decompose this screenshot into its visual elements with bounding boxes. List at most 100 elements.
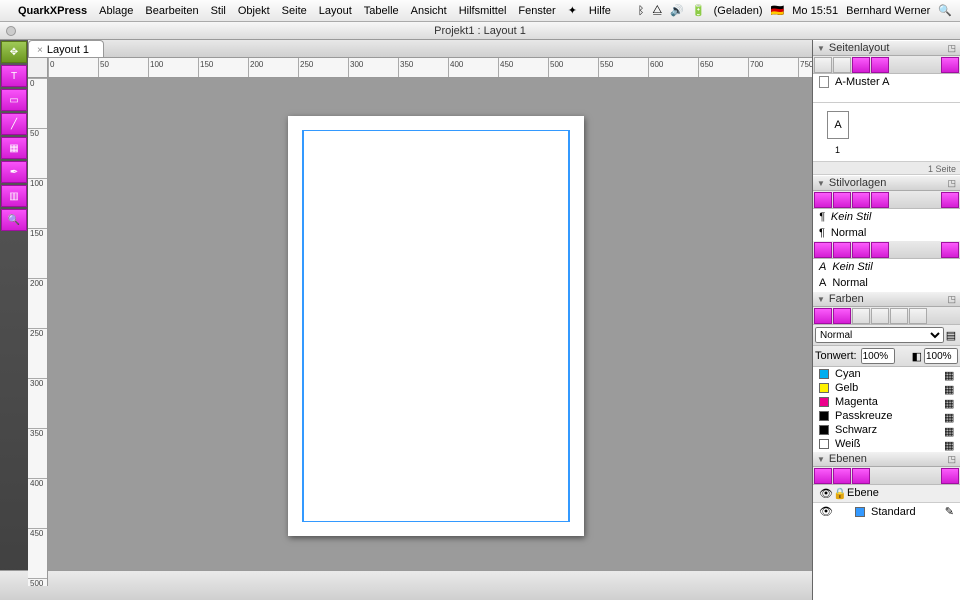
frame-color-icon[interactable] [814, 308, 832, 324]
visibility-toggle[interactable]: 👁 [819, 505, 831, 518]
menu-fenster[interactable]: Fenster [518, 5, 555, 17]
close-tab-icon[interactable]: × [37, 45, 43, 56]
layout-tab[interactable]: × Layout 1 [28, 40, 104, 57]
layer-row[interactable]: 👁 Standard ✎ [813, 503, 960, 520]
clock[interactable]: Mo 15:51 [792, 5, 838, 17]
bluetooth-icon[interactable]: ᛒ [638, 5, 645, 17]
text-color-icon[interactable] [833, 308, 851, 324]
color-row[interactable]: Weiß▦ [813, 437, 960, 451]
color-row[interactable]: Gelb▦ [813, 381, 960, 395]
layer-color-swatch [855, 507, 865, 517]
new-style-icon[interactable] [814, 242, 832, 258]
new-style-icon[interactable] [814, 192, 832, 208]
battery-icon[interactable]: 🔋 [692, 4, 706, 17]
blend-mode-select[interactable]: Normal [815, 327, 944, 343]
disclosure-icon[interactable]: ▼ [817, 44, 825, 53]
menu-stil[interactable]: Stil [211, 5, 226, 17]
canvas[interactable] [48, 78, 812, 586]
menu-tabelle[interactable]: Tabelle [364, 5, 399, 17]
panel-menu-icon[interactable]: ◳ [947, 43, 956, 54]
menu-ablage[interactable]: Ablage [99, 5, 133, 17]
shape-tool[interactable]: ▥ [1, 185, 27, 207]
single-page-icon[interactable] [814, 57, 832, 73]
panel-styles-header[interactable]: ▼ Stilvorlagen ◳ [813, 175, 960, 191]
page-thumbnail[interactable]: A [827, 111, 849, 139]
panel-menu-icon[interactable]: ◳ [947, 294, 956, 305]
disclosure-icon[interactable]: ▼ [817, 179, 825, 188]
gap-color-icon[interactable] [890, 308, 908, 324]
wifi-icon[interactable]: ⧋ [652, 4, 662, 17]
menu-hilfe[interactable]: Hilfe [589, 5, 611, 17]
master-page-row[interactable]: A-Muster A [813, 74, 960, 90]
spotlight-icon[interactable]: 🔍 [938, 4, 952, 17]
para-style-row[interactable]: ¶Normal [813, 225, 960, 241]
trash-icon[interactable] [941, 57, 959, 73]
zoom-tool[interactable]: 🔍 [1, 209, 27, 231]
flag-icon[interactable]: 🇩🇪 [771, 4, 785, 17]
item-tool[interactable]: ✥ [1, 41, 27, 63]
move-layer-icon[interactable] [852, 468, 870, 484]
ruler-vertical[interactable]: 0501001502002503003504004505005506006507… [28, 78, 48, 586]
opacity-icon[interactable]: ◧ [912, 350, 922, 363]
text-tool[interactable]: T [1, 65, 27, 87]
ruler-origin[interactable] [28, 58, 48, 78]
column-guide [303, 131, 304, 521]
color-row[interactable]: Cyan▦ [813, 367, 960, 381]
color-row[interactable]: Passkreuze▦ [813, 409, 960, 423]
volume-icon[interactable]: 🔊 [670, 4, 684, 17]
update-style-icon[interactable] [871, 242, 889, 258]
menu-seite[interactable]: Seite [282, 5, 307, 17]
blend-options-icon[interactable]: ▤ [944, 329, 958, 342]
trash-icon[interactable] [941, 468, 959, 484]
panel-menu-icon[interactable]: ◳ [947, 178, 956, 189]
update-style-icon[interactable] [871, 192, 889, 208]
disclosure-icon[interactable]: ▼ [817, 455, 825, 464]
edit-style-icon[interactable] [833, 192, 851, 208]
panel-pagelayout-header[interactable]: ▼ Seitenlayout ◳ [813, 40, 960, 56]
pen-tool[interactable]: ✒ [1, 161, 27, 183]
panel-layers-header[interactable]: ▼ Ebenen ◳ [813, 451, 960, 467]
picture-tool[interactable]: ▭ [1, 89, 27, 111]
dup-style-icon[interactable] [852, 192, 870, 208]
close-window-icon[interactable] [6, 26, 16, 36]
layers-columns: 👁 🔒 Ebene [813, 485, 960, 503]
ruler-horizontal[interactable]: 0501001502002503003504004505005506006507… [48, 58, 812, 78]
app-name[interactable]: QuarkXPress [18, 5, 87, 17]
trash-icon[interactable] [941, 192, 959, 208]
menu-objekt[interactable]: Objekt [238, 5, 270, 17]
menu-hilfsmittel[interactable]: Hilfsmittel [459, 5, 507, 17]
line-tool[interactable]: ╱ [1, 113, 27, 135]
menu-ansicht[interactable]: Ansicht [411, 5, 447, 17]
panel-title-label: Farben [829, 293, 864, 305]
color-row[interactable]: Schwarz▦ [813, 423, 960, 437]
facing-page-icon[interactable] [833, 57, 851, 73]
table-tool[interactable]: ▦ [1, 137, 27, 159]
tone-value-1[interactable] [861, 348, 895, 364]
color-row[interactable]: Magenta▦ [813, 395, 960, 409]
tone-value-2[interactable] [924, 348, 958, 364]
new-layer-icon[interactable] [814, 468, 832, 484]
blend-color-icon[interactable] [871, 308, 889, 324]
bg-color-icon[interactable] [852, 308, 870, 324]
char-style-row[interactable]: AKein Stil [813, 259, 960, 275]
pencil-icon[interactable]: ✎ [945, 505, 954, 518]
color-swatch [819, 425, 829, 435]
edit-style-icon[interactable] [833, 242, 851, 258]
merge-layer-icon[interactable] [833, 468, 851, 484]
measurements-palette[interactable] [0, 570, 812, 600]
user-name[interactable]: Bernhard Werner [846, 5, 930, 17]
panel-menu-icon[interactable]: ◳ [947, 454, 956, 465]
opacity-icon[interactable] [909, 308, 927, 324]
page[interactable] [288, 116, 584, 536]
delete-page-icon[interactable] [871, 57, 889, 73]
menu-hilfe-icon[interactable]: ✦ [568, 4, 577, 17]
para-style-row[interactable]: ¶Kein Stil [813, 209, 960, 225]
disclosure-icon[interactable]: ▼ [817, 295, 825, 304]
menu-layout[interactable]: Layout [319, 5, 352, 17]
panel-colors-header[interactable]: ▼ Farben ◳ [813, 291, 960, 307]
dup-style-icon[interactable] [852, 242, 870, 258]
duplicate-icon[interactable] [852, 57, 870, 73]
menu-bearbeiten[interactable]: Bearbeiten [145, 5, 198, 17]
char-style-row[interactable]: ANormal [813, 275, 960, 291]
trash-icon[interactable] [941, 242, 959, 258]
